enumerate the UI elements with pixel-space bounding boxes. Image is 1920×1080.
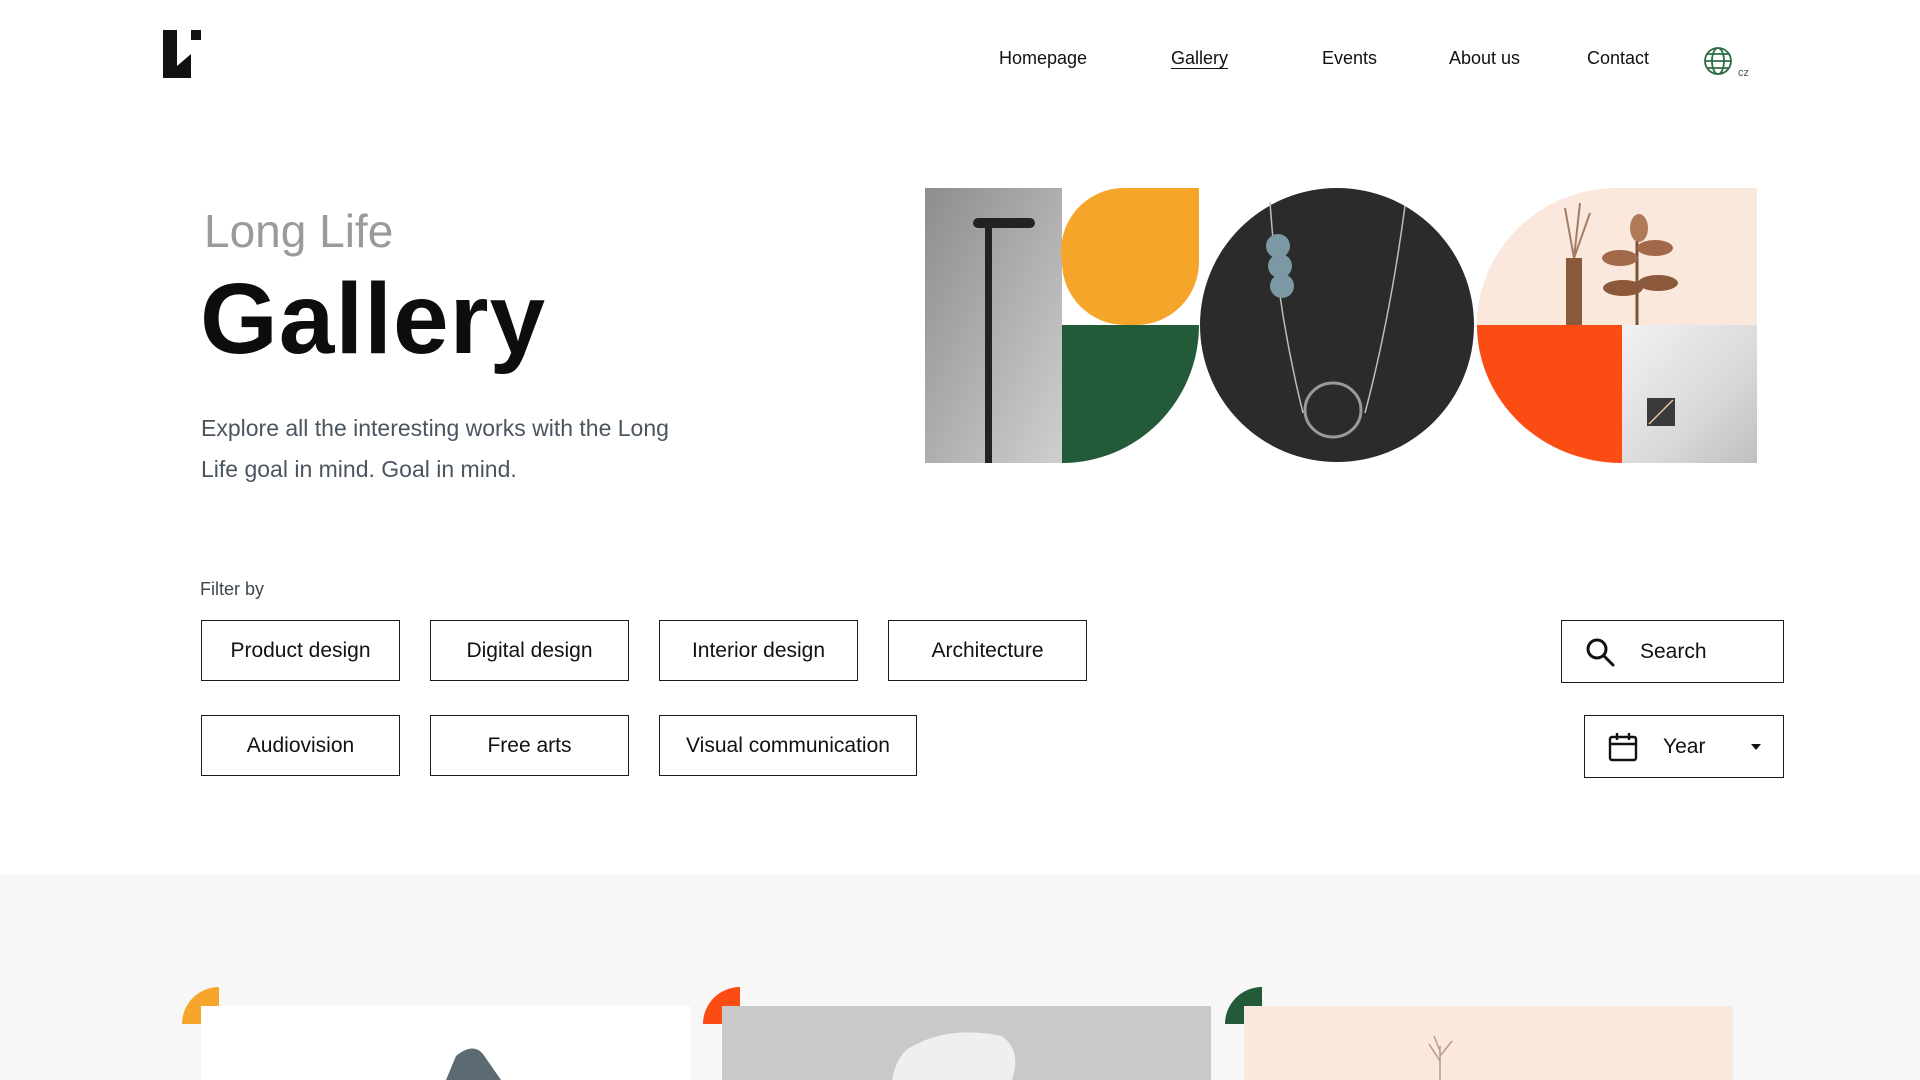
gallery-card-1[interactable] xyxy=(201,1006,690,1080)
card-image-3 xyxy=(1428,1035,1453,1080)
brand-logo[interactable] xyxy=(163,30,203,78)
filter-audiovision[interactable]: Audiovision xyxy=(201,715,400,776)
card-image-1 xyxy=(446,1048,501,1080)
calendar-icon xyxy=(1608,732,1638,761)
globe-icon[interactable] xyxy=(1703,46,1733,76)
year-select[interactable]: Year xyxy=(1584,715,1784,778)
search-label: Search xyxy=(1640,639,1707,663)
card-image-2 xyxy=(892,1032,1016,1080)
gallery-card-3[interactable] xyxy=(1244,1006,1733,1080)
page-title: Gallery xyxy=(200,263,547,375)
gallery-card-2[interactable] xyxy=(722,1006,1211,1080)
nav-about-us[interactable]: About us xyxy=(1449,48,1520,69)
filter-digital-design[interactable]: Digital design xyxy=(430,620,629,681)
hero-collage xyxy=(925,188,1757,463)
filter-architecture[interactable]: Architecture xyxy=(888,620,1087,681)
nav-events[interactable]: Events xyxy=(1322,48,1377,69)
search-button[interactable]: Search xyxy=(1561,620,1784,683)
caret-down-icon xyxy=(1751,744,1761,750)
year-label: Year xyxy=(1663,734,1706,758)
filter-free-arts[interactable]: Free arts xyxy=(430,715,629,776)
search-icon xyxy=(1586,638,1615,666)
hero-description: Explore all the interesting works with t… xyxy=(201,415,669,482)
language-code[interactable]: cz xyxy=(1738,67,1749,79)
filter-product-design[interactable]: Product design xyxy=(201,620,400,681)
nav-contact[interactable]: Contact xyxy=(1587,48,1649,69)
filter-visual-communication[interactable]: Visual communication xyxy=(659,715,917,776)
nav-gallery[interactable]: Gallery xyxy=(1171,48,1228,69)
nav-homepage[interactable]: Homepage xyxy=(999,48,1087,69)
filter-label: Filter by xyxy=(200,579,265,599)
filter-interior-design[interactable]: Interior design xyxy=(659,620,858,681)
hero-eyebrow: Long Life xyxy=(204,205,394,257)
